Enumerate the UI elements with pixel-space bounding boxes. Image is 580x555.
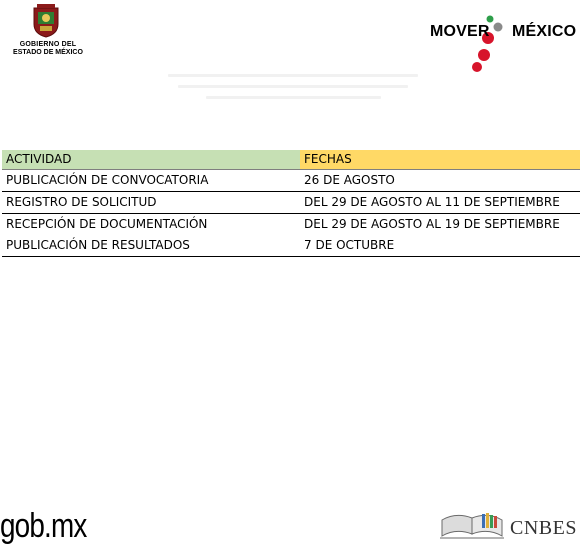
coat-of-arms-icon — [33, 4, 59, 38]
dates-cell: DEL 29 DE AGOSTO AL 19 DE SEPTIEMBRE — [304, 217, 560, 231]
table-row: RECEPCIÓN DE DOCUMENTACIÓN DEL 29 DE AGO… — [2, 214, 580, 236]
faded-heading-block — [168, 74, 418, 104]
table-header-row: ACTIVIDAD FECHAS — [2, 150, 580, 170]
gov-edomex-logo: GOBIERNO DEL ESTADO DE MÉXICO — [0, 0, 96, 82]
gov-logo-line1: GOBIERNO DEL — [19, 41, 77, 48]
table-row: PUBLICACIÓN DE CONVOCATORIA 26 DE AGOSTO — [2, 169, 580, 192]
cnbes-word: CNBES — [510, 517, 577, 539]
mexico-word: MÉXICO — [512, 23, 577, 40]
gobmx-logo: gob.mx — [0, 507, 87, 545]
header-dates: FECHAS — [300, 150, 580, 170]
gov-logo-line2: ESTADO DE MÉXICO — [13, 49, 83, 56]
cnbes-logo: CNBES — [432, 510, 578, 552]
activity-cell: REGISTRO DE SOLICITUD — [2, 191, 300, 214]
table-row: PUBLICACIÓN DE RESULTADOS 7 DE OCTUBRE — [2, 235, 580, 257]
activity-cell: PUBLICACIÓN DE CONVOCATORIA — [2, 169, 300, 192]
open-book-icon — [440, 513, 504, 539]
schedule-table: ACTIVIDAD FECHAS PUBLICACIÓN DE CONVOCAT… — [2, 150, 580, 257]
dates-cell: 7 DE OCTUBRE — [300, 235, 580, 257]
table-row: REGISTRO DE SOLICITUD DEL 29 DE AGOSTO A… — [2, 191, 580, 214]
mover-mexico-logo: MOVER MÉXICO — [428, 10, 578, 76]
header-activity: ACTIVIDAD — [2, 150, 300, 170]
activity-cell: RECEPCIÓN DE DOCUMENTACIÓN — [6, 217, 208, 231]
dates-cell: 26 DE AGOSTO — [300, 169, 580, 192]
mover-word: MOVER — [430, 23, 490, 40]
dates-cell: DEL 29 DE AGOSTO AL 11 DE SEPTIEMBRE — [300, 191, 580, 214]
mover-dots-icon — [472, 15, 503, 72]
activity-cell: PUBLICACIÓN DE RESULTADOS — [2, 235, 300, 257]
